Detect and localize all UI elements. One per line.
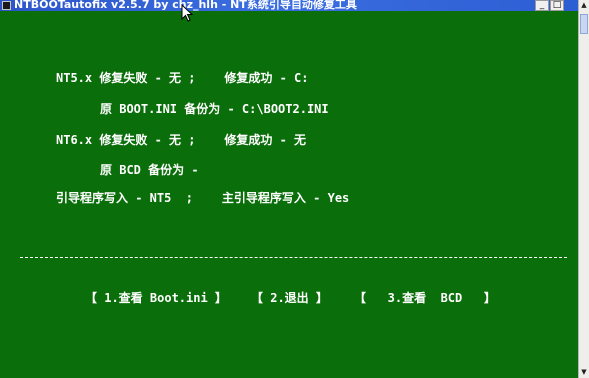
console-output: NT5.x 修复失败 - 无 ; 修复成功 - C: 原 BOOT.INI 备份…: [0, 11, 578, 378]
scroll-down-arrow-icon[interactable]: ▼: [579, 367, 589, 378]
scroll-up-arrow-icon[interactable]: ▲: [579, 0, 589, 11]
boot-write-status: 引导程序写入 - NT5 ; 主引导程序写入 - Yes: [56, 191, 350, 205]
title-bar[interactable]: NTBOOTautofix v2.5.7 by chz_hlh - NT系统引导…: [0, 0, 589, 11]
scroll-thumb[interactable]: [580, 14, 588, 34]
nt6-backup-info: 原 BCD 备份为 -: [100, 163, 199, 177]
menu-view-boot-ini[interactable]: 【 1.查看 Boot.ini 】: [85, 291, 227, 305]
menu-view-bcd[interactable]: 【 3.查看 BCD 】: [354, 291, 496, 305]
nt5-repair-status: NT5.x 修复失败 - 无 ; 修复成功 - C:: [56, 71, 309, 85]
menu-exit[interactable]: 【 2.退出 】: [251, 291, 328, 305]
nt5-backup-info: 原 BOOT.INI 备份为 - C:\BOOT2.INI: [100, 102, 329, 116]
minimize-button[interactable]: _: [535, 0, 549, 11]
dashed-divider: [20, 257, 567, 258]
vertical-scrollbar[interactable]: ▲ ▼: [578, 0, 589, 378]
nt6-repair-status: NT6.x 修复失败 - 无 ; 修复成功 - 无: [56, 133, 307, 147]
maximize-button[interactable]: □: [550, 0, 564, 11]
mouse-pointer-icon: [181, 4, 193, 22]
console-window: NTBOOTautofix v2.5.7 by chz_hlh - NT系统引导…: [0, 0, 589, 378]
console-app-icon: [2, 1, 11, 10]
